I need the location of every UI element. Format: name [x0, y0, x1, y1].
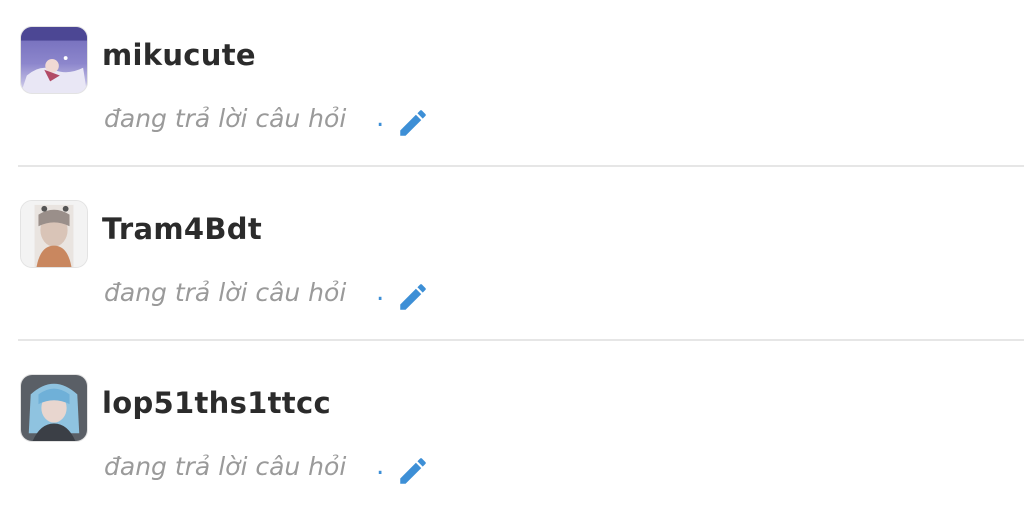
divider	[18, 339, 1024, 341]
avatar[interactable]	[20, 26, 88, 94]
username[interactable]: lop51ths1ttcc	[102, 386, 331, 420]
pencil-icon	[396, 280, 430, 314]
typing-users-list: mikucute đang trả lời câu hỏi . Tram4Bdt	[0, 0, 1024, 508]
typing-dot: .	[376, 103, 385, 133]
pencil-icon	[396, 106, 430, 140]
typing-dot: .	[376, 451, 385, 481]
pencil-icon	[396, 454, 430, 488]
avatar[interactable]	[20, 200, 88, 268]
list-item: mikucute đang trả lời câu hỏi .	[0, 0, 1024, 174]
avatar-image	[21, 201, 87, 267]
list-item: Tram4Bdt đang trả lời câu hỏi .	[0, 174, 1024, 348]
typing-status: đang trả lời câu hỏi	[104, 452, 347, 481]
divider	[18, 165, 1024, 167]
username[interactable]: Tram4Bdt	[102, 212, 262, 246]
avatar-image	[21, 27, 87, 93]
typing-dot: .	[376, 277, 385, 307]
list-item: lop51ths1ttcc đang trả lời câu hỏi .	[0, 348, 1024, 522]
typing-status: đang trả lời câu hỏi	[104, 104, 347, 133]
avatar-image	[21, 375, 87, 441]
username[interactable]: mikucute	[102, 38, 256, 72]
avatar[interactable]	[20, 374, 88, 442]
typing-status: đang trả lời câu hỏi	[104, 278, 347, 307]
